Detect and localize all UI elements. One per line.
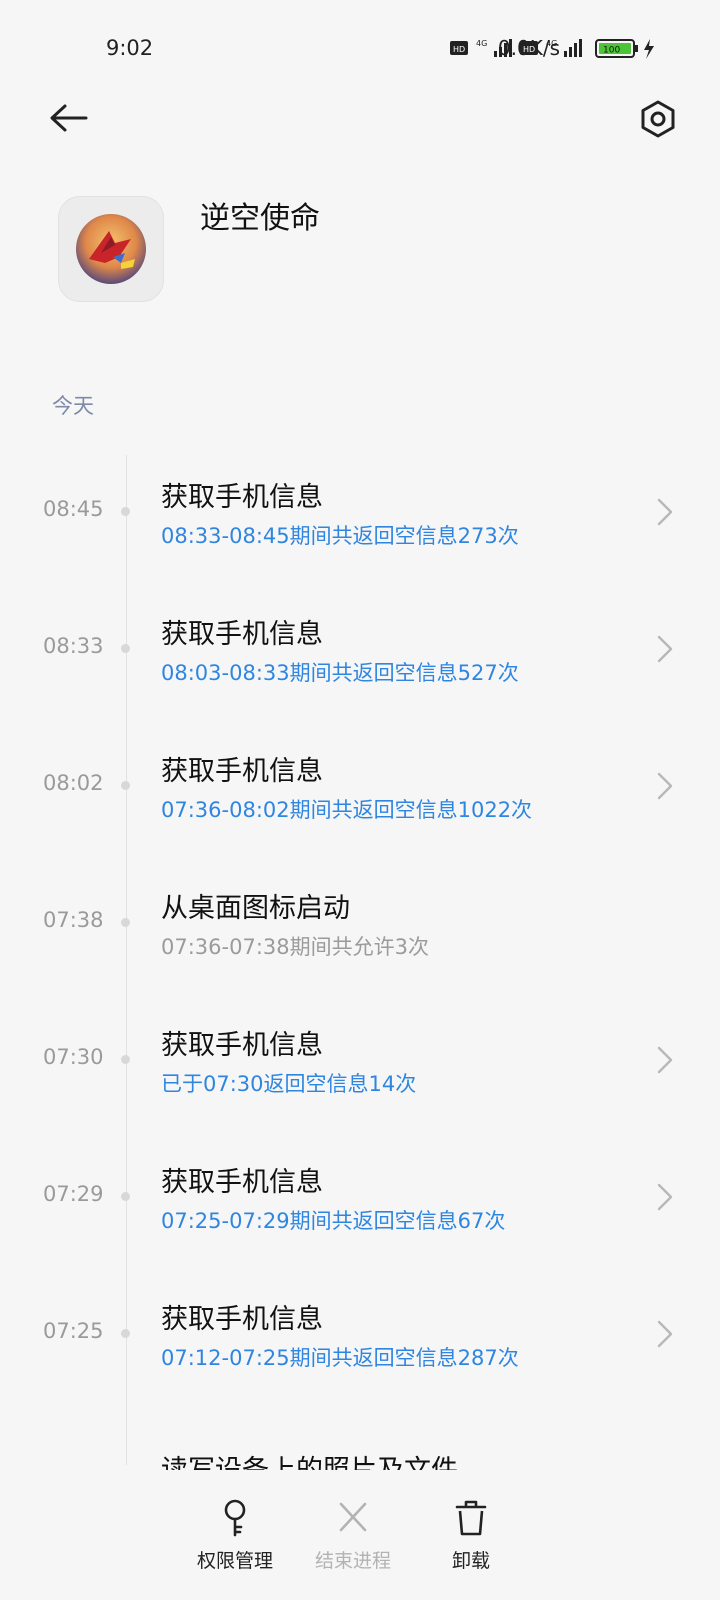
- svg-text:HD: HD: [453, 45, 465, 54]
- signal-battery-icons: HD 4G HD 4G 100: [450, 39, 654, 59]
- record-time: 08:02: [43, 771, 104, 795]
- chevron-right-icon: [657, 1320, 673, 1348]
- record-detail: 08:03-08:33期间共返回空信息527次: [161, 661, 519, 685]
- close-x-icon: [339, 1502, 367, 1532]
- record-time: 07:38: [43, 908, 104, 932]
- record-time: 07:25: [43, 1319, 104, 1343]
- back-arrow-icon: [50, 104, 88, 132]
- record-row[interactable]: 08:02 获取手机信息 07:36-08:02期间共返回空信息1022次: [0, 719, 720, 859]
- battery-level: 100: [603, 46, 620, 56]
- record-row[interactable]: 07:30 获取手机信息已于07:30返回空信息14次: [0, 993, 720, 1133]
- trash-icon: [455, 1500, 487, 1536]
- timeline-dot: [121, 918, 130, 927]
- key-icon: [224, 1499, 246, 1537]
- timeline-dot: [121, 1329, 130, 1338]
- status-bar: 9:02 0.0K/s HD 4G HD 4G 100: [0, 0, 720, 100]
- permissions-button[interactable]: 权限管理: [180, 1498, 290, 1598]
- record-time: 07:29: [43, 1182, 104, 1206]
- settings-button[interactable]: [634, 96, 682, 144]
- record-title: 获取手机信息: [161, 1030, 323, 1061]
- timeline-dot: [121, 1055, 130, 1064]
- chevron-right-icon: [657, 1183, 673, 1211]
- svg-text:4G: 4G: [476, 39, 487, 48]
- chevron-right-icon: [657, 635, 673, 663]
- permissions-label: 权限管理: [196, 1550, 273, 1572]
- record-row[interactable]: 08:45 获取手机信息 08:33-08:45期间共返回空信息273次: [0, 445, 720, 585]
- record-row[interactable]: 07:25 获取手机信息 07:12-07:25期间共返回空信息287次: [0, 1267, 720, 1407]
- record-row[interactable]: 07:29 获取手机信息 07:25-07:29期间共返回空信息67次: [0, 1130, 720, 1270]
- timeline-dot: [121, 1192, 130, 1201]
- app-icon-container: [58, 196, 164, 302]
- record-title: 获取手机信息: [161, 1304, 323, 1335]
- chevron-right-icon: [657, 772, 673, 800]
- app-icon: [76, 214, 146, 284]
- record-row[interactable]: 08:33 获取手机信息 08:03-08:33期间共返回空信息527次: [0, 582, 720, 722]
- back-button[interactable]: [44, 96, 92, 144]
- record-detail: 08:33-08:45期间共返回空信息273次: [161, 524, 519, 548]
- uninstall-button[interactable]: 卸载: [416, 1498, 526, 1598]
- record-title: 从桌面图标启动: [161, 893, 350, 924]
- record-time: 08:45: [43, 497, 104, 521]
- section-label-today: 今天: [52, 394, 94, 418]
- timeline-dot: [121, 507, 130, 516]
- app-name: 逆空使命: [200, 201, 320, 236]
- record-title: 获取手机信息: [161, 756, 323, 787]
- bottom-action-bar: 权限管理 结束进程 卸载: [0, 1470, 720, 1600]
- record-row: 07:38 从桌面图标启动 07:36-07:38期间共允许3次: [0, 856, 720, 996]
- timeline-dot: [121, 781, 130, 790]
- svg-text:HD: HD: [523, 45, 535, 54]
- chevron-right-icon: [657, 1046, 673, 1074]
- record-title: 获取手机信息: [161, 1167, 323, 1198]
- status-time: 9:02: [106, 36, 154, 60]
- end-process-label: 结束进程: [314, 1550, 391, 1572]
- record-title: 获取手机信息: [161, 482, 323, 513]
- end-process-button[interactable]: 结束进程: [298, 1498, 408, 1598]
- record-time: 07:30: [43, 1045, 104, 1069]
- record-detail: 07:36-07:38期间共允许3次: [161, 935, 429, 959]
- timeline-dot: [121, 644, 130, 653]
- chevron-right-icon: [657, 498, 673, 526]
- settings-hex-icon: [641, 100, 675, 138]
- uninstall-label: 卸载: [451, 1550, 490, 1572]
- record-detail: 07:12-07:25期间共返回空信息287次: [161, 1346, 519, 1370]
- record-time: 08:33: [43, 634, 104, 658]
- record-detail: 07:36-08:02期间共返回空信息1022次: [161, 798, 533, 822]
- svg-text:4G: 4G: [546, 39, 557, 48]
- record-title: 获取手机信息: [161, 619, 323, 650]
- record-detail: 已于07:30返回空信息14次: [161, 1072, 417, 1096]
- record-detail: 07:25-07:29期间共返回空信息67次: [161, 1209, 506, 1233]
